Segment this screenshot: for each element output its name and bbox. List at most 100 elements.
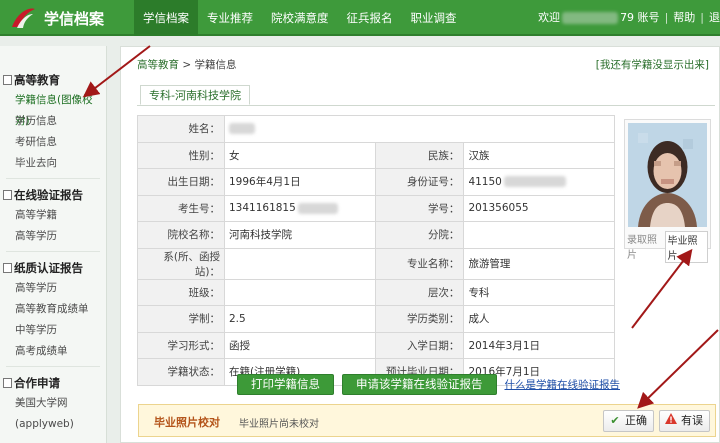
portrait-image [628,123,707,227]
table-row: 班级： 层次： 专科 [137,278,615,306]
sidebar-item-graduate-destination[interactable]: 毕业去向 [0,153,106,174]
sidebar-item-degree-info[interactable]: 学历信息 [0,111,106,132]
label-ethnicity: 民族： [374,141,465,169]
value-degree-type: 成人 [463,305,615,333]
user-area: 欢迎 79 账号 | 帮助 | 退 [538,0,720,36]
label-duration: 学制： [137,305,225,333]
value-major: 旅游管理 [463,247,615,280]
value-class [223,278,376,306]
verify-status: 毕业照片尚未校对 [239,419,319,430]
nav-item-school-satisfaction[interactable]: 院校满意度 [262,0,338,36]
label-name: 姓名： [137,115,225,143]
main-nav: 学信档案 专业推荐 院校满意度 征兵报名 职业调查 [134,0,466,36]
status-info-table: 姓名： 性别： 女 民族： 汉族 出生日期： 1996年4月1日 身份证号： 4… [137,115,616,386]
label-study-form: 学习形式： [137,331,225,359]
value-department [223,247,376,280]
action-row: 打印学籍信息 申请该学籍在线验证报告 什么是学籍在线验证报告 [237,374,620,395]
nav-item-conscription[interactable]: 征兵报名 [338,0,402,36]
value-duration: 2.5 [223,305,376,333]
sidebar-item-applyweb[interactable]: (applyweb) [0,414,106,435]
value-student-id: 201356055 [463,194,615,222]
breadcrumb-root[interactable]: 高等教育 [137,59,179,71]
photo-box: 录取照片 毕业照片 [624,119,711,263]
divider [6,251,100,252]
warning-icon [664,411,678,431]
student-photo [628,123,707,227]
label-enroll-date: 入学日期： [374,331,465,359]
welcome-text: 欢迎 [538,11,561,24]
check-icon: ✔ [610,414,620,427]
divider [6,366,100,367]
sidebar: 高等教育 学籍信息(图像校对) 学历信息 考研信息 毕业去向 在线验证报告 高等… [0,46,107,443]
divider: | [664,11,669,24]
verify-title: 毕业照片校对 [154,416,220,429]
divider: | [700,11,704,24]
sidebar-item-kaoyan-info[interactable]: 考研信息 [0,132,106,153]
label-id-number: 身份证号： [374,168,465,196]
value-study-form: 函授 [223,331,376,359]
top-navbar: 学信档案 学信档案 专业推荐 院校满意度 征兵报名 职业调查 欢迎 79 账号 … [0,0,720,36]
value-branch [463,221,615,249]
label-branch: 分院： [374,221,465,249]
value-school: 河南科技学院 [223,221,376,249]
missing-record-link[interactable]: [我还有学籍没显示出来] [596,57,709,72]
sidebar-section-cooperation: 合作申请 [0,373,106,393]
tab-admission-photo[interactable]: 录取照片 [627,231,665,263]
tab-graduation-photo[interactable]: 毕业照片 [664,231,708,263]
what-is-report-link[interactable]: 什么是学籍在线验证报告 [505,377,621,392]
table-row: 学制： 2.5 学历类别： 成人 [137,305,615,333]
blurred-exam-number [297,202,338,214]
nav-item-major-recommend[interactable]: 专业推荐 [198,0,262,36]
correct-button[interactable]: ✔ 正确 [603,410,654,432]
sidebar-item-paper-higher-degree[interactable]: 高等学历 [0,278,106,299]
sidebar-item-us-college[interactable]: 美国大学网 [0,393,106,414]
breadcrumb-current: 学籍信息 [194,59,237,71]
blurred-id [503,176,566,188]
label-status: 学籍状态： [137,358,225,386]
sidebar-item-higher-status[interactable]: 高等学籍 [0,205,106,226]
label-level: 层次： [374,278,465,306]
document-icon [3,190,12,200]
table-row: 院校名称： 河南科技学院 分院： [137,221,615,249]
value-level: 专科 [463,278,615,306]
label-class: 班级： [137,278,225,306]
blurred-username [562,12,619,24]
sidebar-item-secondary-degree[interactable]: 中等学历 [0,320,106,341]
logo-text: 学信档案 [44,9,105,28]
wrong-button[interactable]: 有误 [659,410,710,432]
value-name [223,115,616,143]
value-exam-number: 1341161815 [223,194,376,222]
divider [137,105,715,106]
label-student-id: 学号： [374,194,465,222]
tab-school[interactable]: 专科-河南科技学院 [140,85,250,105]
nav-item-career-survey[interactable]: 职业调查 [402,0,466,36]
apply-report-button[interactable]: 申请该学籍在线验证报告 [342,374,497,395]
label-degree-type: 学历类别： [374,305,465,333]
value-ethnicity: 汉族 [463,141,615,169]
table-row: 学习形式： 函授 入学日期： 2014年3月1日 [137,331,615,359]
label-school: 院校名称： [137,221,225,249]
sidebar-item-higher-degree[interactable]: 高等学历 [0,226,106,247]
table-row: 性别： 女 民族： 汉族 [137,141,615,169]
document-icon [3,75,12,85]
table-row: 姓名： [137,115,616,143]
account-link[interactable]: 79 账号 [620,0,660,36]
sidebar-section-paper-report: 纸质认证报告 [0,258,106,278]
photo-tabs: 录取照片 毕业照片 [627,231,708,263]
logo[interactable]: 学信档案 [0,0,134,36]
logo-icon [12,8,35,28]
sidebar-item-gaokao-transcript[interactable]: 高考成绩单 [0,341,106,362]
sidebar-item-status-info[interactable]: 学籍信息(图像校对) [0,90,106,127]
print-button[interactable]: 打印学籍信息 [237,374,334,395]
table-row: 系(所、函授站)： 专业名称： 旅游管理 [137,247,615,280]
table-row: 考生号： 1341161815 学号： 201356055 [137,194,615,222]
logout-link[interactable]: 退 [709,0,720,36]
help-link[interactable]: 帮助 [673,0,695,36]
nav-item-xuexin-dangan[interactable]: 学信档案 [134,0,198,36]
sidebar-item-transcript[interactable]: 高等教育成绩单 [0,299,106,320]
label-department: 系(所、函授站)： [137,247,225,280]
blurred-name [228,123,255,135]
sidebar-section-higher-edu: 高等教育 [0,70,106,90]
document-icon [3,378,12,388]
value-enroll-date: 2014年3月1日 [463,331,615,359]
